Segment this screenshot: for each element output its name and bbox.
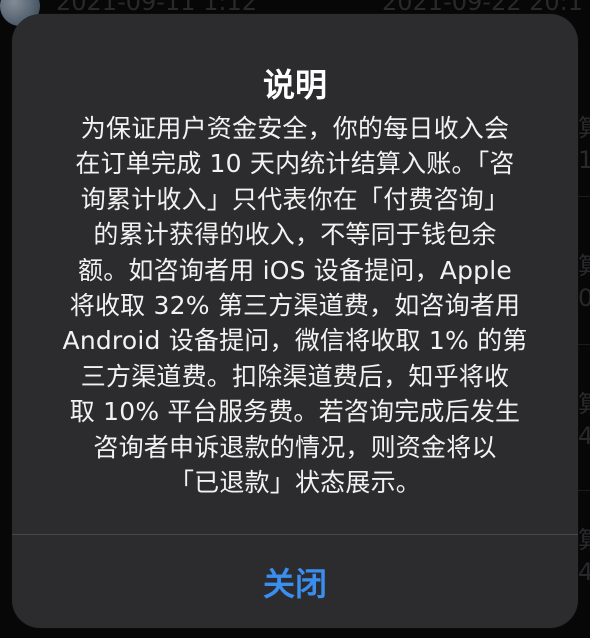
alert-dialog: 说明 为保证用户资金安全，你的每日收入会 在订单完成 10 天内统计结算入账。「… xyxy=(12,14,578,628)
alert-message-line: 三方渠道费。扣除渠道费后，知乎将收 xyxy=(80,361,510,391)
alert-message-line: 咨询者申诉退款的情况，则资金将以 xyxy=(93,432,497,462)
close-button[interactable]: 关闭 xyxy=(12,535,578,628)
alert-title: 说明 xyxy=(262,66,327,104)
alert-message: 为保证用户资金安全，你的每日收入会 在订单完成 10 天内统计结算入账。「咨 询… xyxy=(34,111,556,500)
alert-message-line: 询累计收入」只代表你在「付费咨询」 xyxy=(80,184,510,214)
alert-message-line: 为保证用户资金安全，你的每日收入会 xyxy=(80,114,510,143)
alert-message-line: 在订单完成 10 天内统计结算入账。「咨 xyxy=(75,149,515,179)
alert-message-line: 将收取 32% 第三方渠道费，如咨询者用 xyxy=(69,291,521,321)
alert-message-line: 额。如咨询者用 iOS 设备提问，Apple xyxy=(78,255,512,285)
alert-message-line: 「已退款」状态展示。 xyxy=(168,468,421,498)
alert-message-line: 的累计获得的收入，不等同于钱包余 xyxy=(93,220,497,250)
alert-message-line: 取 10% 平台服务费。若咨询完成后发生 xyxy=(69,397,521,427)
alert-message-line: Android 设备提问，微信将收取 1% 的第 xyxy=(62,326,528,356)
